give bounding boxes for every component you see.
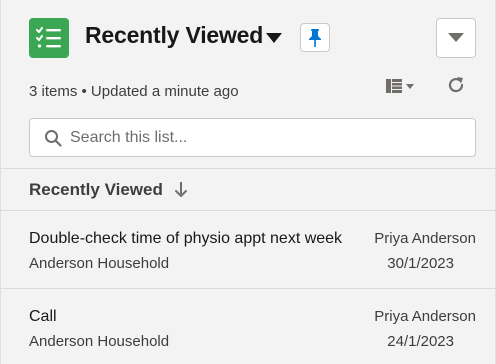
display-as-button[interactable] [386, 76, 422, 96]
divider [1, 168, 496, 169]
related-to-text: Anderson Household [29, 255, 170, 272]
table-icon [386, 79, 402, 93]
list-status-text: 3 items • Updated a minute ago [29, 83, 239, 100]
task-subject-link[interactable]: Double-check time of physio appt next we… [29, 230, 342, 248]
sort-column-label: Recently Viewed [29, 180, 163, 199]
task-subject-link[interactable]: Call [29, 308, 57, 326]
search-box [29, 118, 476, 157]
search-input[interactable] [70, 125, 465, 151]
pin-icon [309, 28, 321, 47]
task-list-icon-glyph [36, 27, 61, 48]
caret-down-icon[interactable] [265, 31, 283, 45]
list-item[interactable]: Call Anderson Household Priya Anderson 2… [1, 288, 496, 364]
sort-header-recently-viewed[interactable]: Recently Viewed [29, 180, 187, 200]
chevron-down-icon [448, 33, 464, 42]
activity-date: 30/1/2023 [387, 255, 454, 272]
activity-date: 24/1/2023 [387, 333, 454, 350]
related-to-text: Anderson Household [29, 333, 170, 350]
owner-name: Priya Anderson [374, 308, 476, 325]
caret-down-icon-glyph [266, 33, 282, 43]
arrow-down-icon [174, 182, 187, 197]
list-item[interactable]: Double-check time of physio appt next we… [1, 210, 496, 286]
refresh-icon [448, 77, 464, 93]
pin-list-button[interactable] [300, 23, 330, 52]
owner-name: Priya Anderson [374, 230, 476, 247]
list-view-controls-button[interactable] [436, 18, 476, 58]
list-view-panel: Recently Viewed 3 items • Updated a minu… [0, 0, 496, 364]
search-icon [45, 130, 62, 147]
caret-down-small-icon [406, 83, 414, 89]
page-title: Recently Viewed [85, 22, 264, 48]
refresh-button[interactable] [445, 74, 467, 96]
task-list-icon [29, 18, 69, 58]
